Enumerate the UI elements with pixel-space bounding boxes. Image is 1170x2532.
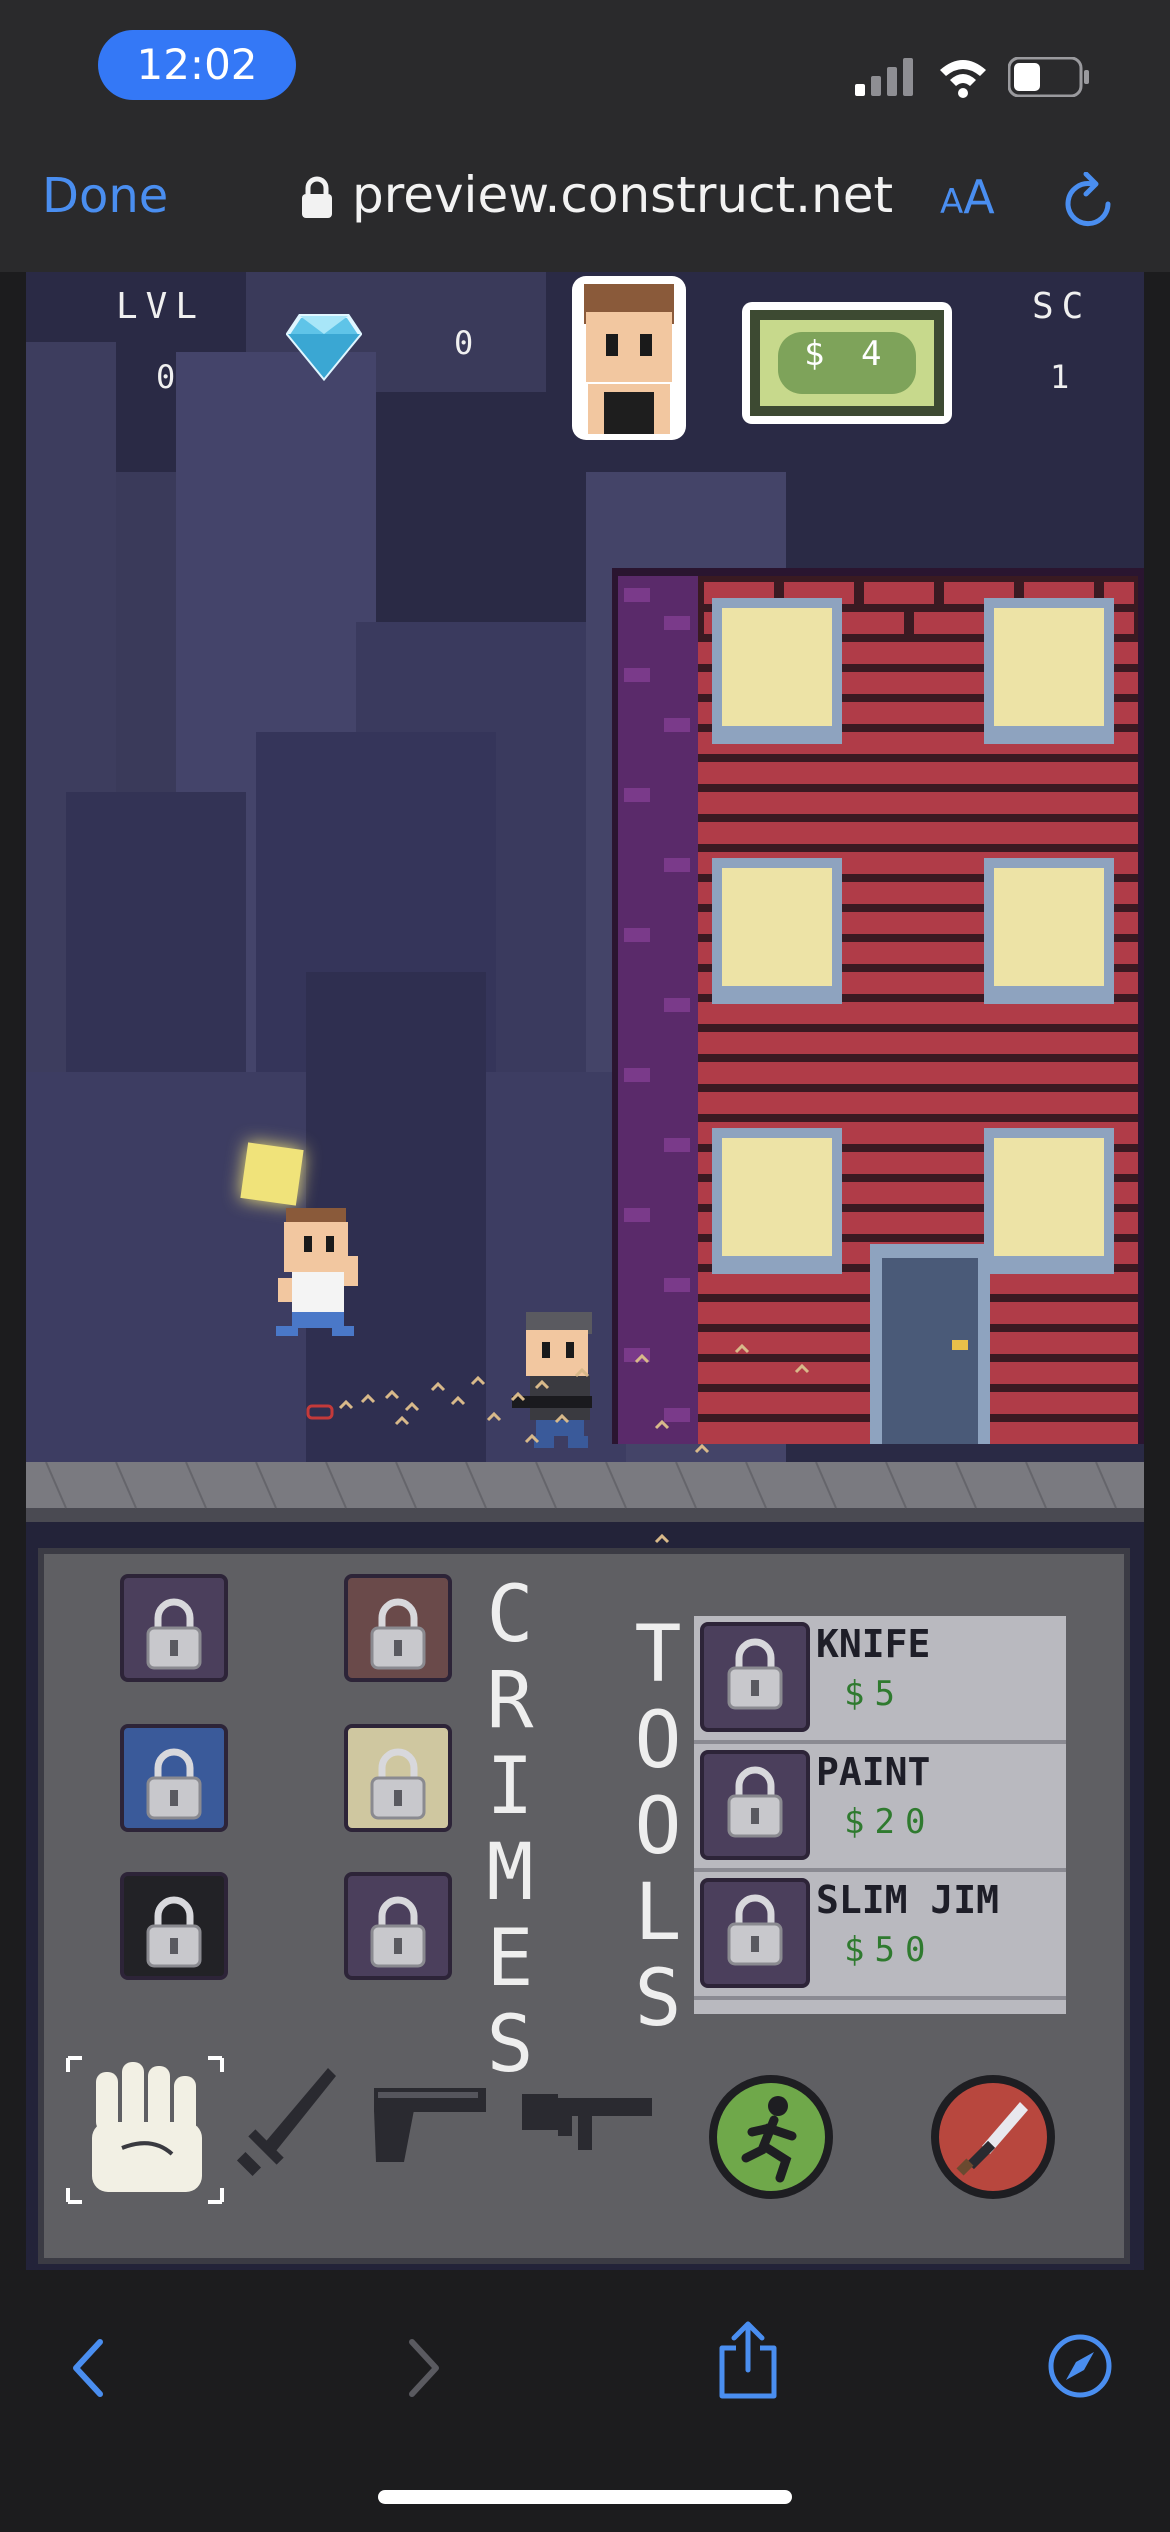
wifi-icon — [940, 60, 986, 98]
crimes-letter: I — [486, 1742, 534, 1832]
status-time: 12:02 — [98, 30, 296, 100]
rifle-icon[interactable] — [518, 2084, 658, 2164]
aa-small: A — [940, 182, 964, 222]
tools-letter: T — [634, 1610, 682, 1700]
shop-lock-overlays — [694, 1616, 1066, 2014]
crimes-letter: C — [486, 1570, 534, 1660]
sword-icon[interactable] — [232, 2062, 342, 2182]
crimes-letter: R — [486, 1656, 534, 1746]
attack-button-icon[interactable] — [926, 2070, 1060, 2204]
crimes-letter: M — [486, 1828, 534, 1918]
forward-arrow-icon[interactable] — [404, 2336, 444, 2400]
battery-icon — [1008, 57, 1089, 97]
text-size-button[interactable]: AA — [940, 170, 995, 224]
crimes-label: C R I M E S — [470, 1572, 550, 2088]
url-field[interactable]: preview.construct.net — [352, 166, 893, 224]
crimes-letter: E — [486, 1914, 534, 2004]
share-icon[interactable] — [716, 2320, 780, 2400]
tools-label: T O O L S — [618, 1612, 698, 2042]
lock-icon — [302, 176, 332, 218]
fist-icon[interactable] — [62, 2052, 242, 2212]
home-indicator — [378, 2490, 792, 2504]
compass-icon[interactable] — [1046, 2332, 1114, 2400]
tools-letter: O — [634, 1782, 682, 1872]
crimes-letter: S — [486, 2000, 534, 2090]
game-canvas[interactable]: LVL 0 0 $ 4 SC 1 C R I M E S T O O L S K… — [26, 272, 1144, 2270]
done-button[interactable]: Done — [42, 168, 168, 224]
aa-big: A — [963, 170, 995, 224]
tools-letter: O — [634, 1696, 682, 1786]
run-button-icon[interactable] — [704, 2070, 838, 2204]
tools-letter: L — [634, 1868, 682, 1958]
tools-letter: S — [634, 1954, 682, 2044]
signal-icon — [855, 58, 913, 96]
back-arrow-icon[interactable] — [68, 2336, 108, 2400]
pistol-icon[interactable] — [364, 2080, 494, 2170]
reload-icon[interactable] — [1062, 172, 1116, 228]
